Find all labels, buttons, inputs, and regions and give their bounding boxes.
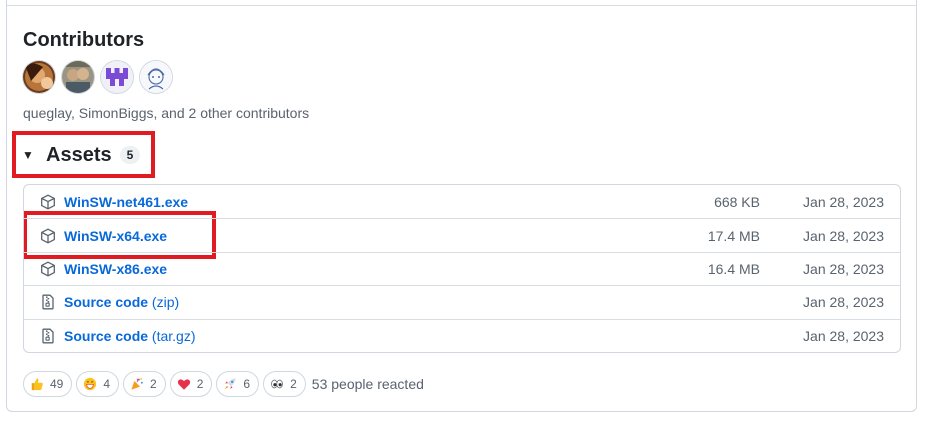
divider: [7, 5, 916, 6]
assets-count-badge: 5: [119, 146, 141, 164]
assets-toggle[interactable]: ▼ Assets 5: [22, 142, 141, 168]
avatar[interactable]: [62, 61, 94, 93]
asset-date: Jan 28, 2023: [803, 327, 884, 344]
asset-suffix: (tar.gz): [151, 327, 196, 344]
reaction-rocket-button[interactable]: 6: [216, 371, 260, 397]
thumbs-up-icon: [31, 378, 43, 391]
asset-date: Jan 28, 2023: [803, 227, 884, 244]
contributors-summary: queglay, SimonBiggs, and 2 other contrib…: [23, 105, 310, 121]
asset-link[interactable]: Source code (tar.gz): [64, 327, 196, 345]
list-item: WinSW-x86.exe 16.4 MB Jan 28, 2023: [24, 251, 900, 285]
triangle-down-icon: ▼: [22, 148, 34, 162]
reaction-eyes-button[interactable]: 2: [263, 371, 306, 397]
asset-size: 668 KB: [714, 193, 760, 210]
asset-size: 16.4 MB: [707, 260, 760, 277]
package-icon: [41, 261, 55, 277]
contributor-avatars: [23, 61, 172, 93]
reaction-count: 2: [150, 377, 157, 391]
asset-name: WinSW-x64.exe: [64, 227, 168, 244]
party-popper-icon: [131, 378, 143, 390]
reaction-count: 2: [196, 377, 204, 391]
asset-name: Source code: [64, 294, 149, 311]
reaction-count: 6: [243, 377, 251, 391]
reaction-heart-button[interactable]: 2: [169, 371, 213, 397]
asset-size: 17.4 MB: [707, 227, 760, 244]
package-icon: [41, 228, 55, 244]
asset-name: WinSW-net461.exe: [64, 193, 189, 210]
asset-name: Source code: [64, 327, 149, 344]
asset-date: Jan 28, 2023: [803, 193, 884, 210]
heart-icon: [177, 379, 190, 390]
asset-link[interactable]: WinSW-net461.exe: [64, 193, 188, 211]
reaction-thumbs-up-button[interactable]: 49: [23, 371, 73, 397]
reaction-count: 49: [50, 377, 64, 391]
asset-link[interactable]: Source code (zip): [64, 293, 179, 311]
avatar[interactable]: [101, 61, 133, 93]
asset-date: Jan 28, 2023: [803, 294, 884, 311]
asset-date: Jan 28, 2023: [803, 260, 884, 277]
asset-link[interactable]: WinSW-x86.exe: [64, 260, 167, 278]
contributors-heading: Contributors: [23, 29, 145, 51]
reactions-summary: 53 people reacted: [311, 376, 424, 392]
eyes-icon: [271, 379, 284, 389]
list-item: WinSW-x64.exe 17.4 MB Jan 28, 2023: [24, 218, 900, 251]
reaction-count: 2: [290, 377, 297, 391]
reaction-hooray-button[interactable]: 2: [123, 371, 166, 397]
file-zip-icon: [42, 294, 54, 310]
assets-list: WinSW-net461.exe 668 KB Jan 28, 2023 Win…: [23, 184, 901, 353]
list-item: WinSW-net461.exe 668 KB Jan 28, 2023: [24, 185, 900, 218]
avatar[interactable]: [140, 61, 172, 93]
asset-name: WinSW-x86.exe: [64, 260, 168, 277]
asset-link[interactable]: WinSW-x64.exe: [64, 227, 167, 245]
reaction-laugh-button[interactable]: 4: [76, 371, 120, 397]
rocket-icon: [225, 378, 237, 390]
assets-heading: Assets: [46, 144, 112, 166]
avatar[interactable]: [23, 61, 55, 93]
laugh-icon: [84, 377, 97, 391]
asset-suffix: (zip): [151, 294, 180, 311]
package-icon: [41, 194, 55, 210]
file-zip-icon: [42, 328, 54, 344]
reactions-bar: 49 4 2 2 6 2 53 people reacted: [23, 371, 424, 397]
reaction-count: 4: [103, 377, 111, 391]
list-item: Source code (tar.gz) Jan 28, 2023: [24, 318, 900, 352]
list-item: Source code (zip) Jan 28, 2023: [24, 285, 900, 318]
